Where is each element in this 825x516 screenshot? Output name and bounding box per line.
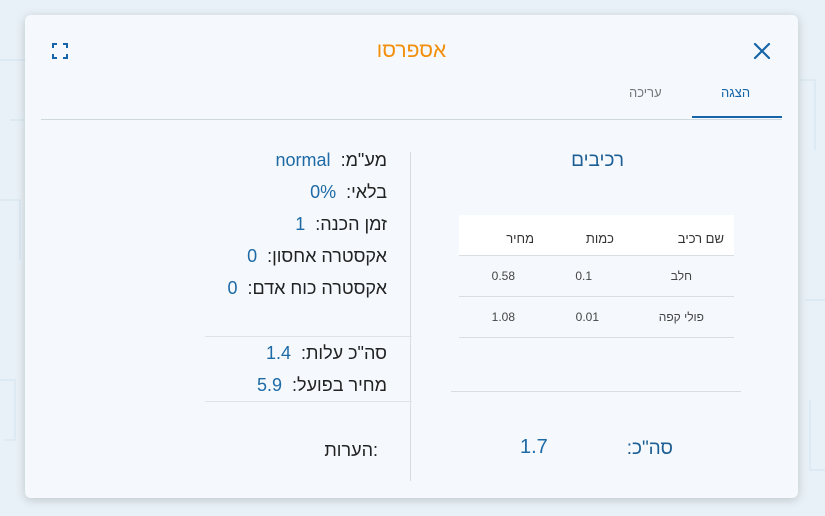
- tab-view[interactable]: הצגה: [721, 85, 750, 100]
- column-divider: [410, 152, 411, 481]
- vat-value: normal: [275, 150, 331, 170]
- prep-time-value: 1: [295, 214, 306, 234]
- column-header-quantity: כמות: [585, 231, 614, 246]
- ingredient-quantity: 0.01: [575, 310, 599, 324]
- vat-label: מע"מ:: [340, 150, 387, 170]
- waste-field: בלאי: 0%: [310, 182, 387, 206]
- column-header-name: שם רכיב: [677, 231, 724, 246]
- waste-value: 0%: [310, 182, 337, 202]
- tab-edit[interactable]: עריכה: [629, 85, 662, 100]
- table-row[interactable]: פולי קפה 0.01 1.08: [459, 297, 734, 338]
- actual-price-value: 5.9: [257, 375, 283, 395]
- ingredient-name: פולי קפה: [658, 310, 704, 324]
- labor-extra-value: 0: [227, 278, 238, 298]
- tab-bar: הצגה עריכה: [41, 83, 782, 120]
- ingredient-price: 1.08: [491, 310, 515, 324]
- ingredient-name: חלב: [670, 269, 692, 283]
- vat-field: מע"מ: normal: [276, 150, 387, 174]
- active-tab-indicator: [692, 116, 782, 118]
- close-icon[interactable]: [752, 41, 772, 61]
- prep-time-field: זמן הכנה: 1: [295, 214, 387, 238]
- notes-label: הערות:: [324, 440, 378, 460]
- divider-line: [205, 401, 412, 402]
- labor-extra-label: אקסטרה כוח אדם:: [247, 278, 387, 298]
- divider-line: [205, 336, 412, 337]
- actual-price-label: מחיר בפועל:: [292, 375, 387, 395]
- ingredient-quantity: 0.1: [575, 269, 592, 283]
- total-cost-field: סה"כ עלות: 1.4: [266, 343, 387, 367]
- total-cost-label: סה"כ עלות:: [300, 343, 387, 363]
- total-value: 1.7: [520, 436, 548, 458]
- table-header: שם רכיב כמות מחיר: [459, 215, 734, 256]
- storage-extra-value: 0: [247, 246, 258, 266]
- total-cost-value: 1.4: [265, 343, 291, 363]
- ingredients-title: רכיבים: [571, 150, 624, 171]
- dialog-title: אספרסו: [376, 39, 447, 62]
- actual-price-field: מחיר בפועל: 5.9: [257, 375, 387, 399]
- total-label: סה"כ:: [626, 438, 673, 459]
- ingredient-price: 0.58: [491, 269, 515, 283]
- column-header-price: מחיר: [506, 231, 534, 246]
- expand-icon[interactable]: [52, 43, 68, 59]
- table-bottom-line: [451, 391, 741, 392]
- prep-time-label: זמן הכנה:: [315, 214, 387, 234]
- table-row[interactable]: חלב 0.1 0.58: [459, 256, 734, 297]
- waste-label: בלאי:: [346, 182, 387, 202]
- espresso-dialog: אספרסו הצגה עריכה מע"מ: normal בלאי: 0% זמ…: [25, 15, 798, 498]
- labor-extra-field: אקסטרה כוח אדם: 0: [227, 278, 387, 302]
- storage-extra-field: אקסטרה אחסון: 0: [247, 246, 387, 270]
- ingredients-table: שם רכיב כמות מחיר חלב 0.1 0.58 פולי קפה …: [459, 215, 734, 338]
- storage-extra-label: אקסטרה אחסון:: [267, 246, 387, 266]
